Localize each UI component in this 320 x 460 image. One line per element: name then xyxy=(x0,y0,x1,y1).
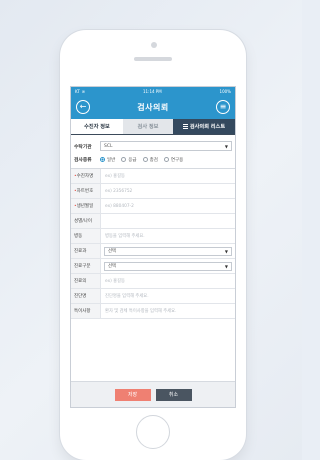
tab-exam-info[interactable]: 검사 정보 xyxy=(123,119,173,134)
field-label: • 수진자명 xyxy=(71,169,101,183)
camera xyxy=(151,42,157,48)
chart-no-input[interactable]: ex) 2356752 xyxy=(101,189,235,194)
chevron-down-icon: ▼ xyxy=(224,263,228,269)
category-select[interactable]: 선택 ▼ xyxy=(104,261,232,271)
dept-select[interactable]: 선택 ▼ xyxy=(104,246,232,256)
field-label: 특이사항 xyxy=(71,304,101,318)
org-label: 수탁기관 xyxy=(74,144,92,150)
radio-label: 총검 xyxy=(149,157,158,163)
radio-label: 연구용 xyxy=(170,157,184,163)
dept-value: 선택 xyxy=(108,249,116,254)
field-ward: 병동 병동을 입력해 주세요. xyxy=(71,229,235,244)
field-note: 특이사항 환자 및 검체 특이사항을 입력해 주세요. xyxy=(71,304,235,319)
app-screen: KT ≋ 11:14 PM 100% ← 검사의뢰 ≡ 수진자 정보 검사 정보… xyxy=(70,86,236,408)
radio-icon xyxy=(142,157,148,162)
tab-patient-info[interactable]: 수진자 정보 xyxy=(71,119,123,134)
field-label: 진료과 xyxy=(71,244,101,258)
exam-type-row: 검사종류 일반 응급 총검 연구용 xyxy=(71,153,235,166)
chevron-down-icon: ▼ xyxy=(224,248,228,254)
ward-input[interactable]: 병동을 입력해 주세요. xyxy=(101,233,235,239)
field-chart-no: • 차트번호 ex) 2356752 xyxy=(71,184,235,199)
field-label: 진료구분 xyxy=(71,259,101,273)
speaker xyxy=(134,57,172,61)
exam-type-radio-group: 일반 응급 총검 연구용 xyxy=(100,157,183,163)
field-label: 병동 xyxy=(71,229,101,243)
menu-icon[interactable]: ≡ xyxy=(215,100,230,114)
tab-request-list[interactable]: 검사의뢰 리스트 xyxy=(173,119,235,134)
battery-text: 100% xyxy=(219,88,231,94)
page-title: 검사의뢰 xyxy=(137,102,169,112)
radio-label: 일반 xyxy=(107,157,116,163)
field-gender-age: 성별/나이 xyxy=(71,214,235,229)
radio-icon xyxy=(163,157,169,162)
time-text: 11:14 PM xyxy=(143,88,162,94)
org-select[interactable]: SCL ▼ xyxy=(100,141,232,151)
field-doctor: 진료의 ex) 홍길동 xyxy=(71,274,235,289)
phone-frame: KT ≋ 11:14 PM 100% ← 검사의뢰 ≡ 수진자 정보 검사 정보… xyxy=(60,30,246,460)
radio-icon xyxy=(121,157,127,162)
org-row: 수탁기관 SCL ▼ xyxy=(71,139,235,153)
field-label: • 생년월일 xyxy=(71,199,101,213)
field-diagnosis: 진단명 진단명을 입력해 주세요. xyxy=(71,289,235,304)
field-label: 진단명 xyxy=(71,289,101,303)
radio-option-general[interactable]: 일반 xyxy=(100,157,115,163)
app-header: ← 검사의뢰 ≡ xyxy=(71,95,235,119)
radio-checked-icon xyxy=(100,157,105,162)
tab-bar: 수진자 정보 검사 정보 검사의뢰 리스트 xyxy=(71,119,235,135)
radio-option-emergency[interactable]: 응급 xyxy=(121,157,137,163)
radio-label: 응급 xyxy=(128,157,137,163)
field-dept: 진료과 선택 ▼ xyxy=(71,244,235,259)
home-button[interactable] xyxy=(136,415,170,449)
wifi-icon: ≋ xyxy=(81,88,86,94)
status-bar: KT ≋ 11:14 PM 100% xyxy=(71,87,235,95)
diagnosis-input[interactable]: 진단명을 입력해 주세요. xyxy=(101,293,235,299)
exam-type-label: 검사종류 xyxy=(74,158,92,163)
radio-option-checkup[interactable]: 총검 xyxy=(142,157,158,163)
field-label: • 차트번호 xyxy=(71,184,101,198)
birth-input[interactable]: ex) 880407-2 xyxy=(101,204,235,209)
radio-option-research[interactable]: 연구용 xyxy=(163,157,184,163)
category-value: 선택 xyxy=(108,264,116,269)
chevron-down-icon: ▼ xyxy=(224,143,228,149)
field-label: 진료의 xyxy=(71,274,101,288)
list-icon xyxy=(182,124,188,129)
save-button[interactable]: 저장 xyxy=(114,388,151,401)
patient-form: • 수진자명 ex) 홍길동 • 차트번호 ex) 2356752 • 생년월일 ex… xyxy=(71,168,235,319)
back-arrow-icon[interactable]: ← xyxy=(76,100,90,114)
patient-name-input[interactable]: ex) 홍길동 xyxy=(101,173,235,179)
doctor-input[interactable]: ex) 홍길동 xyxy=(101,278,235,284)
field-label: 성별/나이 xyxy=(71,214,101,228)
status-left: KT ≋ xyxy=(75,89,85,94)
note-input[interactable]: 환자 및 검체 특이사항을 입력해 주세요. xyxy=(101,308,235,314)
carrier-text: KT xyxy=(75,88,80,94)
org-value: SCL xyxy=(104,143,113,149)
cancel-button[interactable]: 취소 xyxy=(155,388,192,401)
field-patient-name: • 수진자명 ex) 홍길동 xyxy=(71,169,235,184)
field-birth: • 생년월일 ex) 880407-2 xyxy=(71,199,235,214)
footer-bar: 저장 취소 xyxy=(71,381,235,407)
field-category: 진료구분 선택 ▼ xyxy=(71,259,235,274)
tab-request-list-label: 검사의뢰 리스트 xyxy=(189,124,226,130)
